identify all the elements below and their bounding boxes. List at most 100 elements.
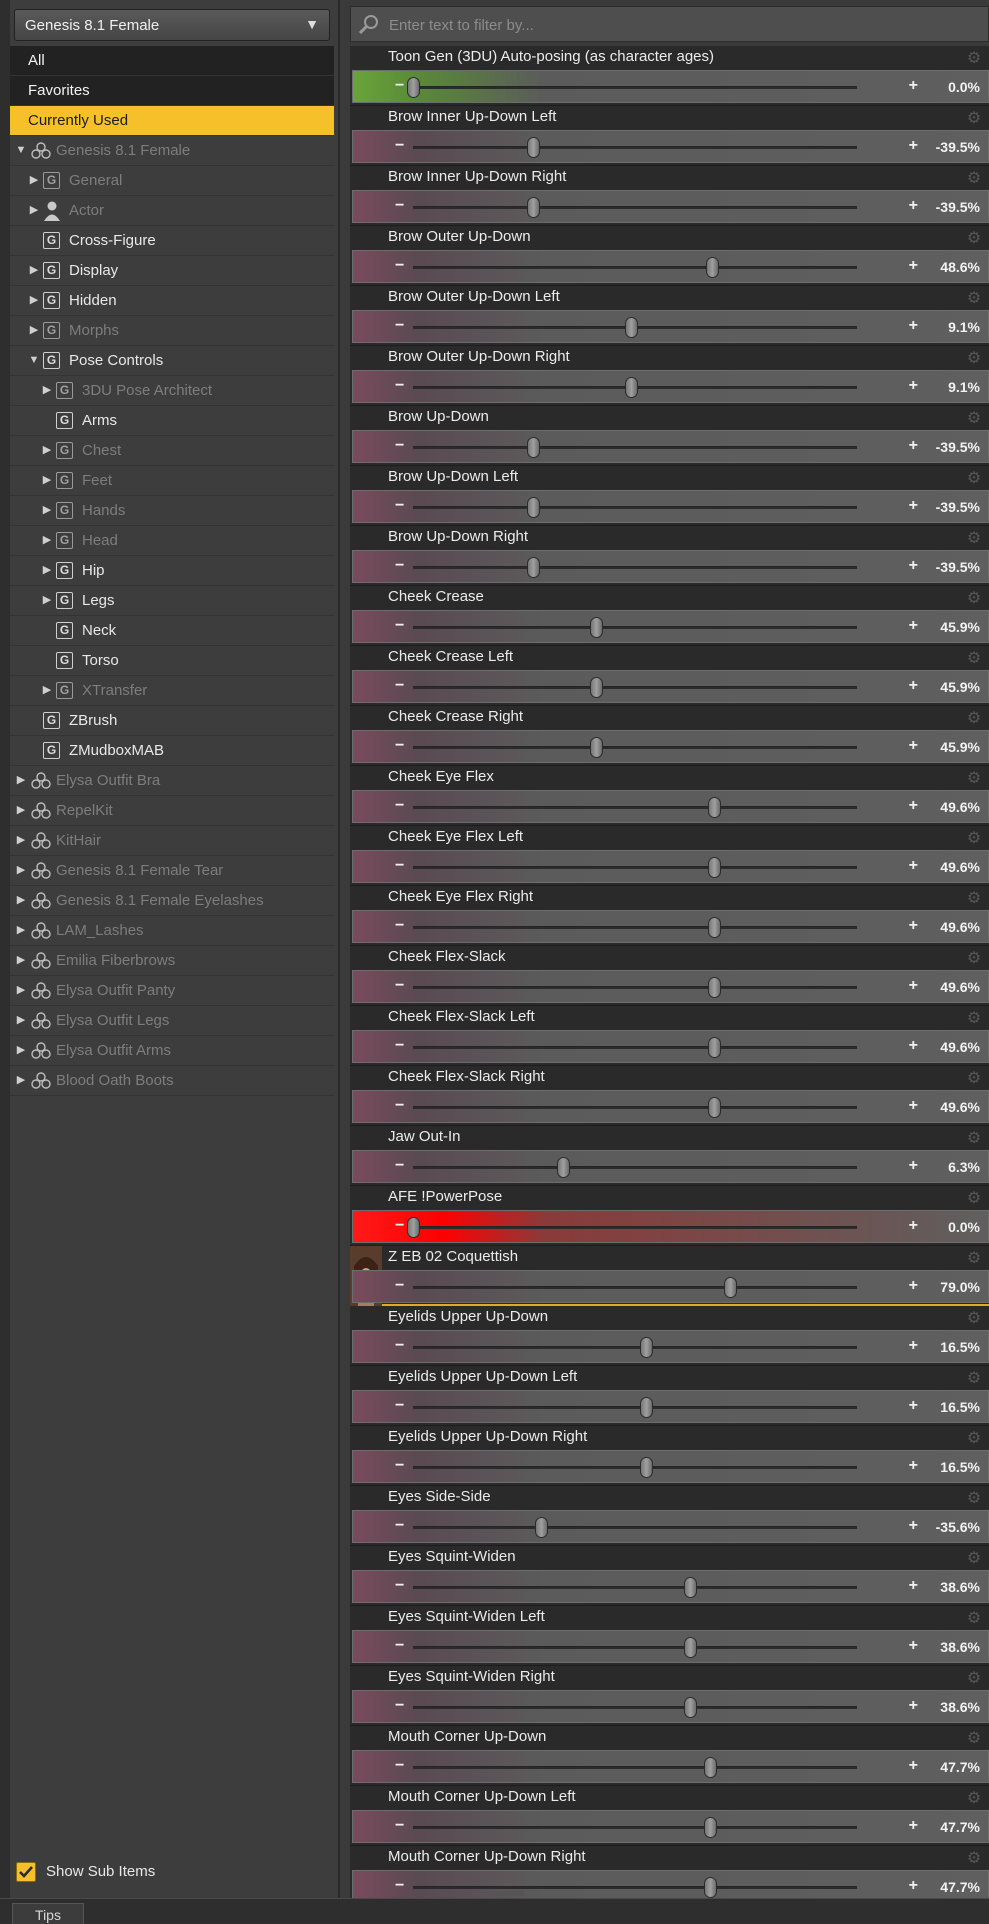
slider-track[interactable] bbox=[413, 1166, 857, 1169]
property-value[interactable]: 49.6% bbox=[940, 1039, 980, 1055]
decrement-icon[interactable]: − bbox=[395, 857, 404, 875]
slider-knob[interactable] bbox=[708, 1097, 722, 1118]
slider-knob[interactable] bbox=[640, 1337, 654, 1358]
increment-icon[interactable]: + bbox=[909, 1817, 918, 1835]
property-value[interactable]: 0.0% bbox=[948, 1219, 980, 1235]
increment-icon[interactable]: + bbox=[909, 1577, 918, 1595]
gear-icon[interactable]: ⚙ bbox=[965, 50, 983, 68]
slider-track[interactable] bbox=[413, 1226, 857, 1229]
gear-icon[interactable]: ⚙ bbox=[965, 410, 983, 428]
gear-icon[interactable]: ⚙ bbox=[965, 650, 983, 668]
property-slider[interactable]: − +16.5% bbox=[352, 1330, 989, 1363]
expand-right-icon[interactable]: ▶ bbox=[27, 316, 41, 345]
gear-icon[interactable]: ⚙ bbox=[965, 1190, 983, 1208]
slider-track[interactable] bbox=[413, 866, 857, 869]
decrement-icon[interactable]: − bbox=[395, 317, 404, 335]
expand-right-icon[interactable]: ▶ bbox=[40, 436, 54, 465]
slider-track[interactable] bbox=[413, 266, 857, 269]
increment-icon[interactable]: + bbox=[909, 977, 918, 995]
property-slider[interactable]: − +45.9% bbox=[352, 730, 989, 763]
gear-icon[interactable]: ⚙ bbox=[965, 290, 983, 308]
expand-right-icon[interactable]: ▶ bbox=[40, 526, 54, 555]
property-value[interactable]: 49.6% bbox=[940, 799, 980, 815]
property-slider[interactable]: − +49.6% bbox=[352, 1030, 989, 1063]
expand-right-icon[interactable]: ▶ bbox=[27, 286, 41, 315]
slider-track[interactable] bbox=[413, 1046, 857, 1049]
decrement-icon[interactable]: − bbox=[395, 1517, 404, 1535]
tree-item-hidden[interactable]: ▶ G Hidden bbox=[10, 286, 334, 316]
tree-item-kithair[interactable]: ▶ KitHair bbox=[10, 826, 334, 856]
property-slider[interactable]: − +16.5% bbox=[352, 1450, 989, 1483]
increment-icon[interactable]: + bbox=[909, 437, 918, 455]
property-value[interactable]: -39.5% bbox=[936, 439, 980, 455]
tree-item-legs[interactable]: ▶ G Legs bbox=[10, 586, 334, 616]
gear-icon[interactable]: ⚙ bbox=[965, 230, 983, 248]
expand-right-icon[interactable]: ▶ bbox=[27, 256, 41, 285]
gear-icon[interactable]: ⚙ bbox=[965, 590, 983, 608]
property-slider[interactable]: − +49.6% bbox=[352, 790, 989, 823]
slider-track[interactable] bbox=[413, 746, 857, 749]
property-value[interactable]: -35.6% bbox=[936, 1519, 980, 1535]
slider-track[interactable] bbox=[413, 146, 857, 149]
increment-icon[interactable]: + bbox=[909, 377, 918, 395]
slider-knob[interactable] bbox=[640, 1397, 654, 1418]
slider-knob[interactable] bbox=[407, 1217, 420, 1238]
slider-track[interactable] bbox=[413, 1886, 857, 1889]
tree-item-elysa-outfit-legs[interactable]: ▶ Elysa Outfit Legs bbox=[10, 1006, 334, 1036]
decrement-icon[interactable]: − bbox=[395, 197, 404, 215]
expand-right-icon[interactable]: ▶ bbox=[14, 946, 28, 975]
increment-icon[interactable]: + bbox=[909, 1277, 918, 1295]
expand-right-icon[interactable]: ▶ bbox=[14, 826, 28, 855]
tree-item-lam-lashes[interactable]: ▶ LAM_Lashes bbox=[10, 916, 334, 946]
gear-icon[interactable]: ⚙ bbox=[965, 950, 983, 968]
slider-track[interactable] bbox=[413, 1586, 857, 1589]
gear-icon[interactable]: ⚙ bbox=[965, 1790, 983, 1808]
slider-track[interactable] bbox=[413, 626, 857, 629]
property-slider[interactable]: − + -39.5% bbox=[352, 430, 989, 463]
slider-track[interactable] bbox=[413, 1646, 857, 1649]
increment-icon[interactable]: + bbox=[909, 1097, 918, 1115]
tree-item-arms[interactable]: G Arms bbox=[10, 406, 334, 436]
decrement-icon[interactable]: − bbox=[395, 797, 404, 815]
property-value[interactable]: -39.5% bbox=[936, 139, 980, 155]
gear-icon[interactable]: ⚙ bbox=[965, 1070, 983, 1088]
slider-track[interactable] bbox=[413, 1106, 857, 1109]
gear-icon[interactable]: ⚙ bbox=[965, 470, 983, 488]
decrement-icon[interactable]: − bbox=[395, 377, 404, 395]
slider-knob[interactable] bbox=[407, 77, 420, 98]
expand-right-icon[interactable]: ▶ bbox=[14, 1006, 28, 1035]
property-slider[interactable]: − +16.5% bbox=[352, 1390, 989, 1423]
property-slider[interactable]: − +0.0% bbox=[352, 70, 989, 103]
property-value[interactable]: 9.1% bbox=[948, 379, 980, 395]
gear-icon[interactable]: ⚙ bbox=[965, 110, 983, 128]
expand-right-icon[interactable]: ▶ bbox=[40, 466, 54, 495]
property-value[interactable]: 49.6% bbox=[940, 979, 980, 995]
search-icon[interactable] bbox=[356, 12, 382, 38]
gear-icon[interactable]: ⚙ bbox=[965, 170, 983, 188]
decrement-icon[interactable]: − bbox=[395, 1037, 404, 1055]
tree-item-xtransfer[interactable]: ▶ G XTransfer bbox=[10, 676, 334, 706]
expand-down-icon[interactable]: ▼ bbox=[14, 136, 28, 165]
property-value[interactable]: 45.9% bbox=[940, 679, 980, 695]
slider-track[interactable] bbox=[413, 566, 857, 569]
decrement-icon[interactable]: − bbox=[395, 977, 404, 995]
decrement-icon[interactable]: − bbox=[395, 1697, 404, 1715]
expand-right-icon[interactable]: ▶ bbox=[14, 976, 28, 1005]
gear-icon[interactable]: ⚙ bbox=[965, 830, 983, 848]
slider-knob[interactable] bbox=[589, 617, 603, 638]
increment-icon[interactable]: + bbox=[909, 257, 918, 275]
increment-icon[interactable]: + bbox=[909, 1037, 918, 1055]
slider-knob[interactable] bbox=[703, 1817, 717, 1838]
property-slider[interactable]: − +49.6% bbox=[352, 910, 989, 943]
slider-knob[interactable] bbox=[724, 1277, 738, 1298]
property-slider[interactable]: − +49.6% bbox=[352, 970, 989, 1003]
decrement-icon[interactable]: − bbox=[395, 1757, 404, 1775]
expand-right-icon[interactable]: ▶ bbox=[40, 496, 54, 525]
gear-icon[interactable]: ⚙ bbox=[965, 1730, 983, 1748]
increment-icon[interactable]: + bbox=[909, 197, 918, 215]
slider-knob[interactable] bbox=[589, 677, 603, 698]
property-value[interactable]: 38.6% bbox=[940, 1579, 980, 1595]
gear-icon[interactable]: ⚙ bbox=[965, 1250, 983, 1268]
property-slider[interactable]: − +38.6% bbox=[352, 1630, 989, 1663]
category-item-favorites[interactable]: Favorites bbox=[10, 76, 334, 106]
